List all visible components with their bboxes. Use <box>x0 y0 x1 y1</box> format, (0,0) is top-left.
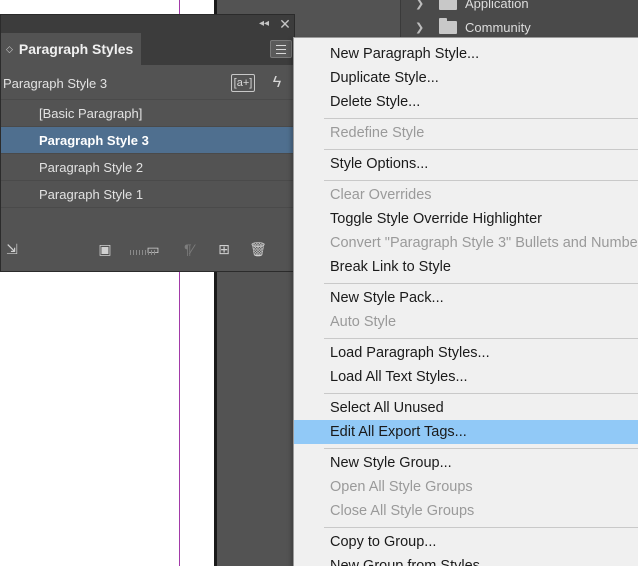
menu-separator <box>324 338 638 339</box>
menu-item-copy-to-group[interactable]: Copy to Group... <box>294 530 638 554</box>
menu-item-new-style-pack[interactable]: New Style Pack... <box>294 286 638 310</box>
menu-item-new-paragraph-style[interactable]: New Paragraph Style... <box>294 42 638 66</box>
load-styles-icon[interactable]: ⇲ <box>3 240 21 258</box>
panel-context-menu: New Paragraph Style... Duplicate Style..… <box>293 37 638 566</box>
style-item-basic-paragraph[interactable]: [Basic Paragraph] <box>1 99 294 126</box>
chevron-right-icon[interactable]: ❯ <box>415 21 429 34</box>
hamburger-icon-line <box>276 49 286 50</box>
menu-item-clear-overrides: Clear Overrides <box>330 187 432 203</box>
current-style-row: Paragraph Style 3 [a+] ϟ <box>1 67 294 99</box>
panel-bottom-toolbar: ⇲ ▣ ▭ ¶⁄ ⊞ 🗑 <box>1 237 294 261</box>
menu-item-style-options[interactable]: Style Options... <box>294 152 638 176</box>
folder-row-community[interactable]: ❯ Community <box>401 16 531 38</box>
style-item-paragraph-style-2[interactable]: Paragraph Style 2 <box>1 153 294 180</box>
folder-label: Community <box>465 19 531 35</box>
panel-title: Paragraph Styles <box>18 41 134 57</box>
menu-item-new-group-from-styles[interactable]: New Group from Styles... <box>294 554 638 566</box>
menu-item-select-all-unused[interactable]: Select All Unused <box>294 396 638 420</box>
menu-item-toggle-override-highlighter[interactable]: Toggle Style Override Highlighter <box>294 207 638 231</box>
menu-item-redefine-style: Redefine Style <box>330 125 425 141</box>
menu-separator <box>324 393 638 394</box>
menu-item-new-style-group[interactable]: New Style Group... <box>294 451 638 475</box>
menu-item-close-all-style-groups: Close All Style Groups <box>330 503 475 519</box>
close-icon[interactable]: ✕ <box>277 15 293 33</box>
hamburger-icon-line <box>276 53 286 54</box>
current-style-name: Paragraph Style 3 <box>3 75 108 91</box>
folder-icon <box>439 0 457 10</box>
hamburger-icon-line <box>276 45 286 46</box>
folder-icon <box>439 17 457 34</box>
paragraph-styles-panel: ◂◂ ✕ ◇ Paragraph Styles Paragraph Style … <box>0 14 295 272</box>
quick-apply-icon[interactable]: ϟ <box>269 73 285 93</box>
list-divider <box>1 207 294 208</box>
new-style-group-icon[interactable]: ▣ <box>95 240 115 258</box>
resize-grip[interactable] <box>130 250 156 255</box>
menu-separator <box>324 180 638 181</box>
create-style-from-selection-icon[interactable]: [a+] <box>231 74 255 92</box>
style-item-paragraph-style-3[interactable]: Paragraph Style 3 <box>1 126 294 153</box>
menu-separator <box>324 118 638 119</box>
menu-item-load-paragraph-styles[interactable]: Load Paragraph Styles... <box>294 341 638 365</box>
collapse-icon[interactable]: ◂◂ <box>257 16 271 32</box>
folder-label: Application <box>465 0 529 11</box>
menu-item-load-all-text-styles[interactable]: Load All Text Styles... <box>294 365 638 389</box>
menu-item-delete-style[interactable]: Delete Style... <box>294 90 638 114</box>
updown-icon: ◇ <box>6 43 13 54</box>
menu-separator <box>324 527 638 528</box>
menu-item-auto-style: Auto Style <box>330 314 397 330</box>
style-item-paragraph-style-1[interactable]: Paragraph Style 1 <box>1 180 294 207</box>
chevron-right-icon[interactable]: ❯ <box>415 0 429 10</box>
menu-separator <box>324 283 638 284</box>
menu-item-break-link[interactable]: Break Link to Style <box>294 255 638 279</box>
menu-separator <box>324 149 638 150</box>
menu-item-convert-bullets: Convert "Paragraph Style 3" Bullets and … <box>330 235 638 251</box>
pilcrow-icon[interactable]: ¶⁄ <box>177 240 201 258</box>
trash-icon[interactable]: 🗑 <box>248 240 268 258</box>
menu-item-open-all-style-groups: Open All Style Groups <box>330 479 473 495</box>
menu-separator <box>324 448 638 449</box>
panel-title-bar[interactable]: ◂◂ ✕ <box>1 15 294 33</box>
tab-paragraph-styles[interactable]: ◇ Paragraph Styles <box>1 33 141 65</box>
menu-item-edit-all-export-tags[interactable]: Edit All Export Tags... <box>294 420 638 444</box>
folder-icon[interactable]: ▭ <box>143 240 163 258</box>
new-style-icon[interactable]: ⊞ <box>214 240 234 258</box>
menu-item-duplicate-style[interactable]: Duplicate Style... <box>294 66 638 90</box>
folder-panel: ❯ Application ❯ Community <box>400 0 638 38</box>
folder-row-application[interactable]: ❯ Application <box>401 0 529 14</box>
style-list: [Basic Paragraph] Paragraph Style 3 Para… <box>1 99 294 207</box>
panel-menu-button[interactable] <box>270 40 292 58</box>
panel-tab-strip: ◇ Paragraph Styles <box>1 33 294 65</box>
